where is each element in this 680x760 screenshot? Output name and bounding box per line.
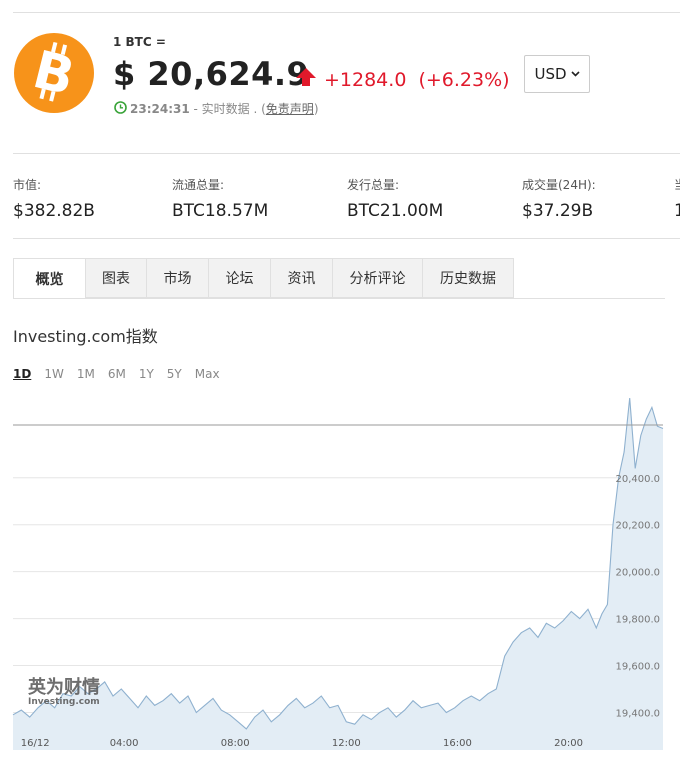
change-percent: (+6.23%) bbox=[418, 69, 510, 91]
price-area bbox=[13, 398, 663, 750]
stat-label: 成交量(24H): bbox=[522, 178, 596, 192]
tab-analysis[interactable]: 分析评论 bbox=[333, 258, 423, 298]
range-1m[interactable]: 1M bbox=[77, 367, 95, 381]
tab-forum[interactable]: 论坛 bbox=[209, 258, 271, 298]
tab-bar: 概览 图表 市场 论坛 资讯 分析评论 历史数据 bbox=[13, 258, 514, 299]
y-tick-label: 20,000.0 bbox=[615, 568, 660, 579]
range-1w[interactable]: 1W bbox=[44, 367, 64, 381]
range-max[interactable]: Max bbox=[195, 367, 220, 381]
range-6m[interactable]: 6M bbox=[108, 367, 126, 381]
watermark-cn: 英为财情 bbox=[27, 676, 100, 698]
x-tick-label: 20:00 bbox=[554, 738, 583, 749]
range-5y[interactable]: 5Y bbox=[167, 367, 182, 381]
status-line: 23:24:31 - 实时数据 . (免责声明) bbox=[130, 100, 319, 117]
y-tick-label: 19,800.0 bbox=[615, 615, 660, 626]
x-tick-label: 04:00 bbox=[110, 738, 139, 749]
stats-bottom-divider bbox=[13, 238, 680, 239]
stat-market-cap: 市值: $382.82B bbox=[13, 176, 95, 221]
x-tick-label: 16:00 bbox=[443, 738, 472, 749]
x-tick-label: 12:00 bbox=[332, 738, 361, 749]
stat-label: 当 bbox=[674, 176, 680, 193]
stat-value: 1 bbox=[674, 201, 680, 221]
stats-top-divider bbox=[13, 153, 680, 154]
top-divider bbox=[13, 12, 680, 13]
stat-value: $382.82B bbox=[13, 201, 95, 221]
tab-overview[interactable]: 概览 bbox=[13, 258, 86, 299]
stat-label: 流通总量: bbox=[172, 178, 225, 192]
range-1d[interactable]: 1D bbox=[13, 367, 31, 381]
update-time: 23:24:31 bbox=[130, 102, 190, 116]
chart-title: Investing.com指数 bbox=[13, 327, 158, 346]
price-chart: 19,400.0 19,600.0 19,800.0 20,000.0 20,200.0… bbox=[12, 397, 664, 750]
stat-volume-24h: 成交量(24H): $37.29B bbox=[522, 176, 596, 221]
x-tick-label: 08:00 bbox=[221, 738, 250, 749]
chevron-down-icon bbox=[570, 71, 580, 77]
tab-historical-data[interactable]: 历史数据 bbox=[423, 258, 514, 298]
stat-value: $37.29B bbox=[522, 201, 594, 221]
watermark: 英为财情 Investing.com bbox=[27, 676, 100, 707]
up-arrow-icon bbox=[296, 68, 316, 86]
bitcoin-logo-icon: B bbox=[14, 33, 94, 113]
tab-charts[interactable]: 图表 bbox=[86, 258, 147, 298]
y-tick-label: 19,400.0 bbox=[615, 708, 660, 719]
watermark-en: Investing.com bbox=[28, 697, 100, 707]
status-close: ) bbox=[313, 102, 319, 116]
stat-label: 发行总量: bbox=[347, 178, 400, 192]
tab-news[interactable]: 资讯 bbox=[271, 258, 333, 298]
y-tick-label: 20,400.0 bbox=[615, 474, 660, 485]
current-price: $ 20,624.9 bbox=[113, 55, 310, 93]
currency-dropdown[interactable]: USD bbox=[524, 55, 590, 93]
y-tick-label: 20,200.0 bbox=[615, 521, 660, 532]
price-change: +1284.0 (+6.23%) bbox=[324, 69, 510, 91]
unit-label: 1 BTC = bbox=[113, 35, 166, 49]
clock-icon bbox=[114, 101, 127, 114]
stat-truncated: 当 1 bbox=[674, 176, 680, 221]
y-tick-label: 19,600.0 bbox=[615, 662, 660, 673]
tab-markets[interactable]: 市场 bbox=[147, 258, 209, 298]
change-amount: +1284.0 bbox=[324, 69, 407, 91]
disclaimer-link[interactable]: 免责声明 bbox=[266, 102, 314, 116]
stat-circulating-supply: 流通总量: BTC18.57M bbox=[172, 176, 268, 221]
tab-underline bbox=[13, 298, 665, 299]
x-tick-label: 16/12 bbox=[21, 738, 50, 749]
stat-value: BTC18.57M bbox=[172, 201, 269, 221]
status-text: - 实时数据 . ( bbox=[189, 102, 266, 116]
stat-label: 市值: bbox=[13, 178, 42, 192]
time-range-selector: 1D 1W 1M 6M 1Y 5Y Max bbox=[13, 367, 233, 381]
stat-max-supply: 发行总量: BTC21.00M bbox=[347, 176, 443, 221]
range-1y[interactable]: 1Y bbox=[139, 367, 154, 381]
stat-value: BTC21.00M bbox=[347, 201, 444, 221]
currency-label: USD bbox=[534, 65, 567, 83]
